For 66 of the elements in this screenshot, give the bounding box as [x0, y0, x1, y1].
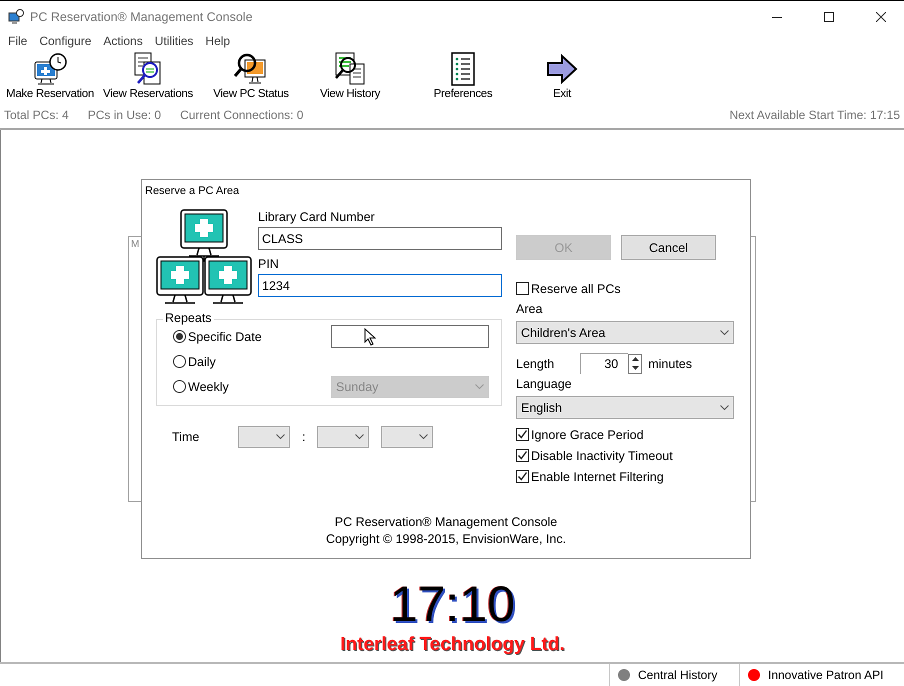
connections-label: Current Connections: 0 — [180, 108, 304, 122]
time-label: Time — [172, 429, 200, 445]
dialog-title: Reserve a PC Area — [144, 185, 240, 197]
area-select[interactable]: Children's Area — [516, 321, 734, 344]
footer-text: PC Reservation® Management Console — [334, 515, 558, 529]
menu-item[interactable]: Help — [199, 34, 236, 48]
company-name: Interleaf Technology Ltd. — [340, 634, 565, 656]
area-label: Area — [516, 301, 544, 317]
toolbar-button[interactable]: Make Reservation — [2, 52, 98, 100]
length-field[interactable]: 30 — [580, 353, 628, 374]
window-title: PC Reservation® Management Console — [30, 10, 254, 24]
status-label: Central History — [638, 668, 718, 682]
dialog-button[interactable]: Cancel — [621, 235, 716, 260]
input-field[interactable]: CLASS — [258, 227, 502, 250]
cursor-icon — [364, 328, 376, 346]
menu-item[interactable]: Utilities — [148, 34, 200, 48]
toolbar-button[interactable]: View History — [307, 52, 393, 100]
chevron-down-icon — [355, 434, 364, 440]
checkbox[interactable]: Ignore Grace Period — [516, 424, 644, 445]
menu-item[interactable]: Configure — [33, 34, 98, 48]
panel-label: M — [131, 239, 140, 250]
time-separator: : — [302, 429, 306, 445]
group-title: Repeats — [163, 311, 214, 325]
app-icon — [8, 8, 24, 24]
toolbar-button[interactable]: Preferences — [422, 52, 504, 100]
total-pcs-label: Total PCs: 4 — [4, 108, 69, 122]
monitor-clock-icon — [32, 52, 68, 86]
minute-select[interactable] — [317, 426, 370, 448]
toolbar-button[interactable]: Exit — [532, 52, 592, 100]
menu-item[interactable]: File — [2, 34, 34, 48]
arrow-right-icon — [544, 52, 580, 86]
toolbar-button[interactable]: View PC Status — [205, 52, 297, 100]
language-select[interactable]: English — [516, 396, 734, 419]
ampm-select[interactable] — [381, 426, 434, 448]
up-arrow-icon — [632, 357, 639, 361]
radio-button[interactable]: Daily — [173, 354, 216, 368]
down-arrow-icon — [632, 366, 639, 370]
chevron-down-icon — [720, 330, 729, 336]
next-start-time-label: Next Available Start Time: 17:15 — [729, 108, 900, 122]
spin-button[interactable] — [628, 354, 642, 374]
chevron-down-icon — [720, 404, 729, 410]
toolbar-button[interactable]: View Reservations — [100, 52, 196, 100]
field-label: Library Card Number — [258, 209, 376, 225]
close-icon — [876, 12, 886, 22]
pcs-in-use-label: PCs in Use: 0 — [88, 108, 162, 122]
footer-text: Copyright © 1998-2015, EnvisionWare, Inc. — [326, 532, 566, 546]
checkbox[interactable]: Disable Inactivity Timeout — [516, 445, 673, 466]
chevron-down-icon — [276, 434, 285, 440]
field-label: PIN — [258, 256, 280, 272]
maximize-icon — [824, 12, 834, 22]
checkbox[interactable]: Reserve all PCs — [516, 278, 621, 299]
language-label: Language — [516, 376, 573, 392]
radio-button[interactable]: Specific Date — [173, 330, 262, 344]
chevron-down-icon — [419, 434, 428, 440]
menu-item[interactable]: Actions — [97, 34, 149, 48]
networked-monitors-icon — [156, 209, 252, 305]
checkbox[interactable]: Enable Internet Filtering — [516, 466, 664, 487]
chevron-down-icon — [475, 384, 484, 390]
input-field[interactable]: 1234 — [258, 274, 502, 297]
unit-label: minutes — [648, 356, 692, 372]
status-label: Innovative Patron API — [768, 668, 884, 682]
hour-select[interactable] — [238, 426, 290, 448]
radio-button[interactable]: Weekly — [173, 380, 229, 394]
date-field[interactable] — [331, 325, 489, 348]
length-label: Length — [516, 356, 554, 372]
clock-text: 17:10 — [390, 578, 516, 630]
